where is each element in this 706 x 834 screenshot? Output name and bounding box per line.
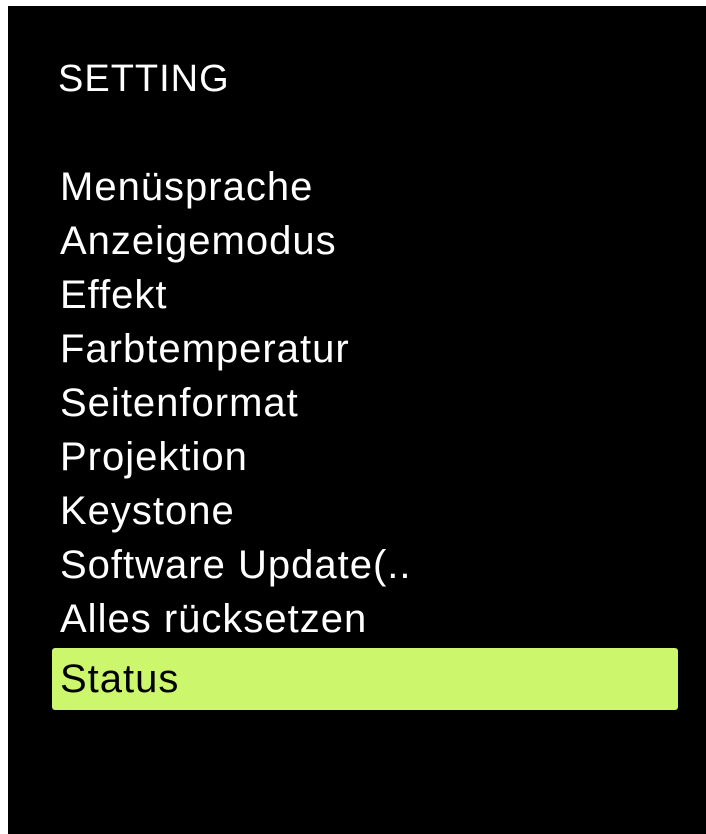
settings-screen: SETTING Menüsprache Anzeigemodus Effekt … xyxy=(8,6,706,834)
settings-menu-list: Menüsprache Anzeigemodus Effekt Farbtemp… xyxy=(52,160,678,710)
menu-item-software-update[interactable]: Software Update(.. xyxy=(52,538,678,592)
menu-item-keystone[interactable]: Keystone xyxy=(52,484,678,538)
menu-item-alles-rucksetzen[interactable]: Alles rücksetzen xyxy=(52,592,678,646)
menu-item-effekt[interactable]: Effekt xyxy=(52,268,678,322)
menu-item-anzeigemodus[interactable]: Anzeigemodus xyxy=(52,214,678,268)
menu-item-menusprache[interactable]: Menüsprache xyxy=(52,160,678,214)
menu-item-seitenformat[interactable]: Seitenformat xyxy=(52,376,678,430)
menu-item-projektion[interactable]: Projektion xyxy=(52,430,678,484)
menu-item-farbtemperatur[interactable]: Farbtemperatur xyxy=(52,322,678,376)
menu-title: SETTING xyxy=(58,58,230,100)
menu-item-status[interactable]: Status xyxy=(52,648,678,710)
